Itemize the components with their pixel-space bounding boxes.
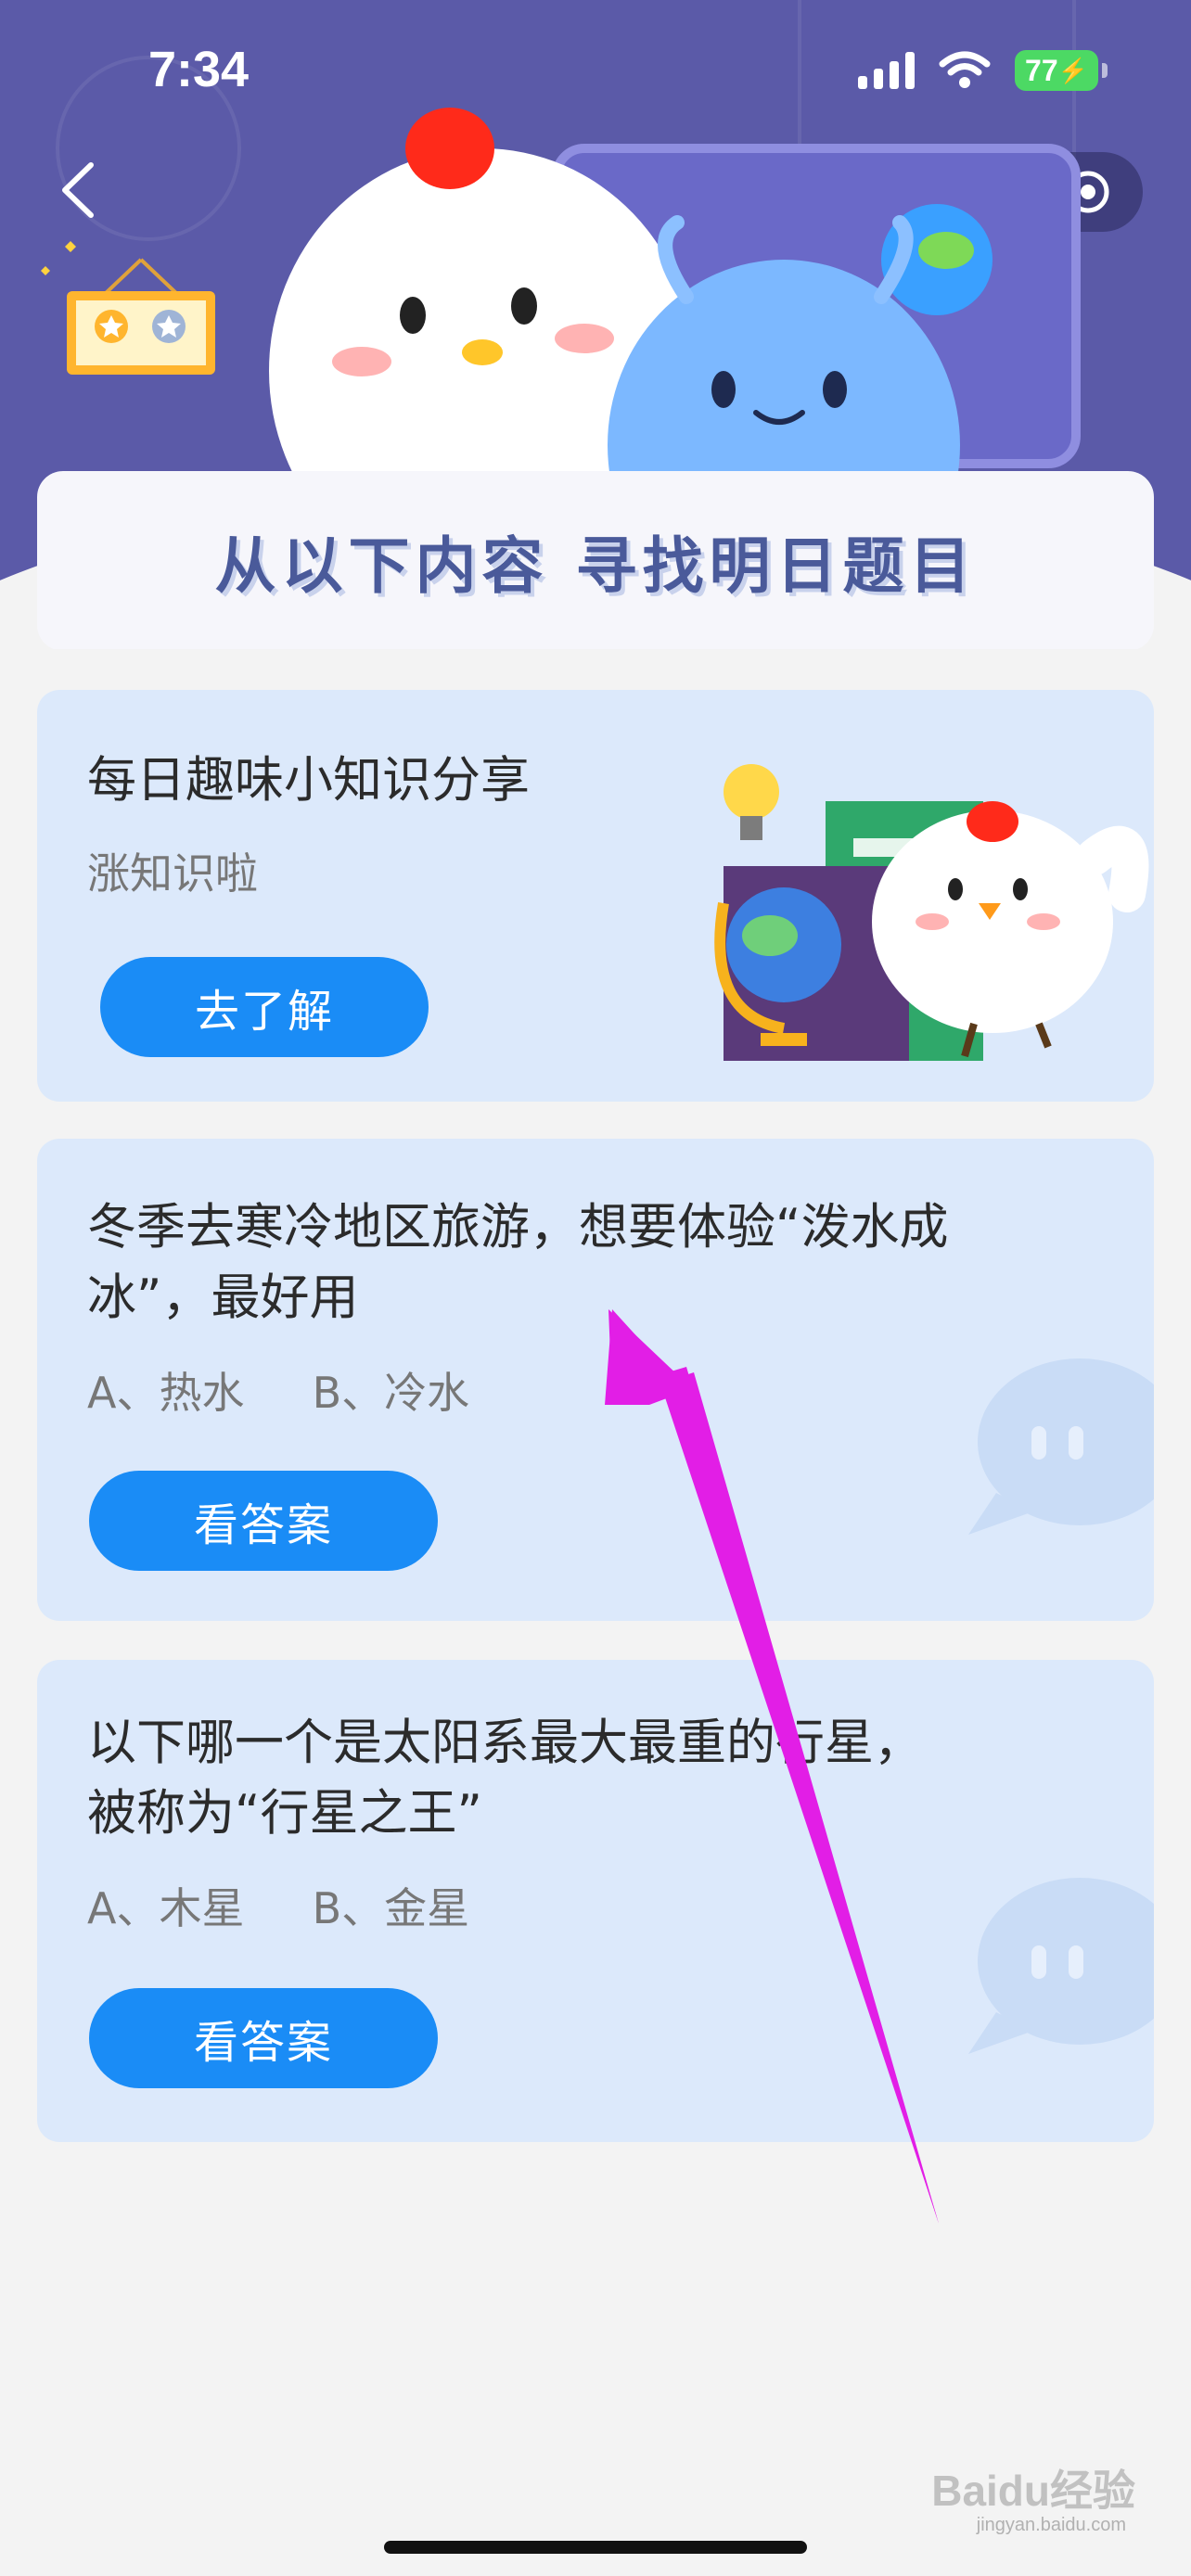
chat-bubble-icon	[968, 1358, 1154, 1535]
status-icons: 77 ⚡	[858, 45, 1108, 96]
knowledge-card-title: 每日趣味小知识分享	[87, 752, 530, 809]
question-card: 冬季去寒冷地区旅游，想要体验“泼水成 冰”，最好用 A、热水 B、冷水 看答案	[37, 1139, 1154, 1621]
wifi-icon	[939, 51, 991, 88]
question-options: A、木星 B、金星	[87, 1883, 470, 1933]
view-answer-button[interactable]: 看答案	[89, 1471, 438, 1571]
view-answer-button[interactable]: 看答案	[89, 1988, 438, 2088]
question-card: 以下哪一个是太阳系最大最重的行星， 被称为“行星之王” A、木星 B、金星 看答…	[37, 1660, 1154, 2142]
question-line: 冰”，最好用	[87, 1269, 359, 1326]
home-indicator[interactable]	[384, 2541, 807, 2554]
banner-plate: 从以下内容 寻找明日题目	[37, 471, 1154, 649]
banner-title: 从以下内容 寻找明日题目	[214, 530, 977, 602]
learn-more-button[interactable]: 去了解	[100, 957, 429, 1057]
header-banner: 7:34 77⚡ •••	[0, 0, 1191, 649]
status-time: 7:34	[148, 42, 250, 97]
knowledge-card-subtitle: 涨知识啦	[87, 848, 258, 899]
knowledge-card[interactable]: 每日趣味小知识分享 涨知识啦 去了解	[37, 690, 1154, 1102]
battery-level: 77	[1025, 53, 1058, 87]
back-icon[interactable]	[52, 158, 108, 223]
question-line: 冬季去寒冷地区旅游，想要体验“泼水成	[87, 1199, 949, 1256]
medal-frame-illustration	[41, 241, 215, 375]
chat-bubble-icon	[968, 1878, 1154, 2054]
chick-globe-illustration	[714, 764, 1149, 1061]
watermark-logo: Baidu经验	[931, 2467, 1135, 2515]
question-options: A、热水 B、冷水	[87, 1368, 470, 1418]
question-line: 以下哪一个是太阳系最大最重的行星，	[87, 1715, 923, 1771]
question-line: 被称为“行星之王”	[87, 1785, 482, 1842]
mascot-illustration	[269, 108, 1081, 482]
watermark-url: jingyan.baidu.com	[976, 2515, 1126, 2535]
signal-icon	[858, 52, 915, 89]
battery-icon: 77 ⚡	[1015, 50, 1108, 91]
